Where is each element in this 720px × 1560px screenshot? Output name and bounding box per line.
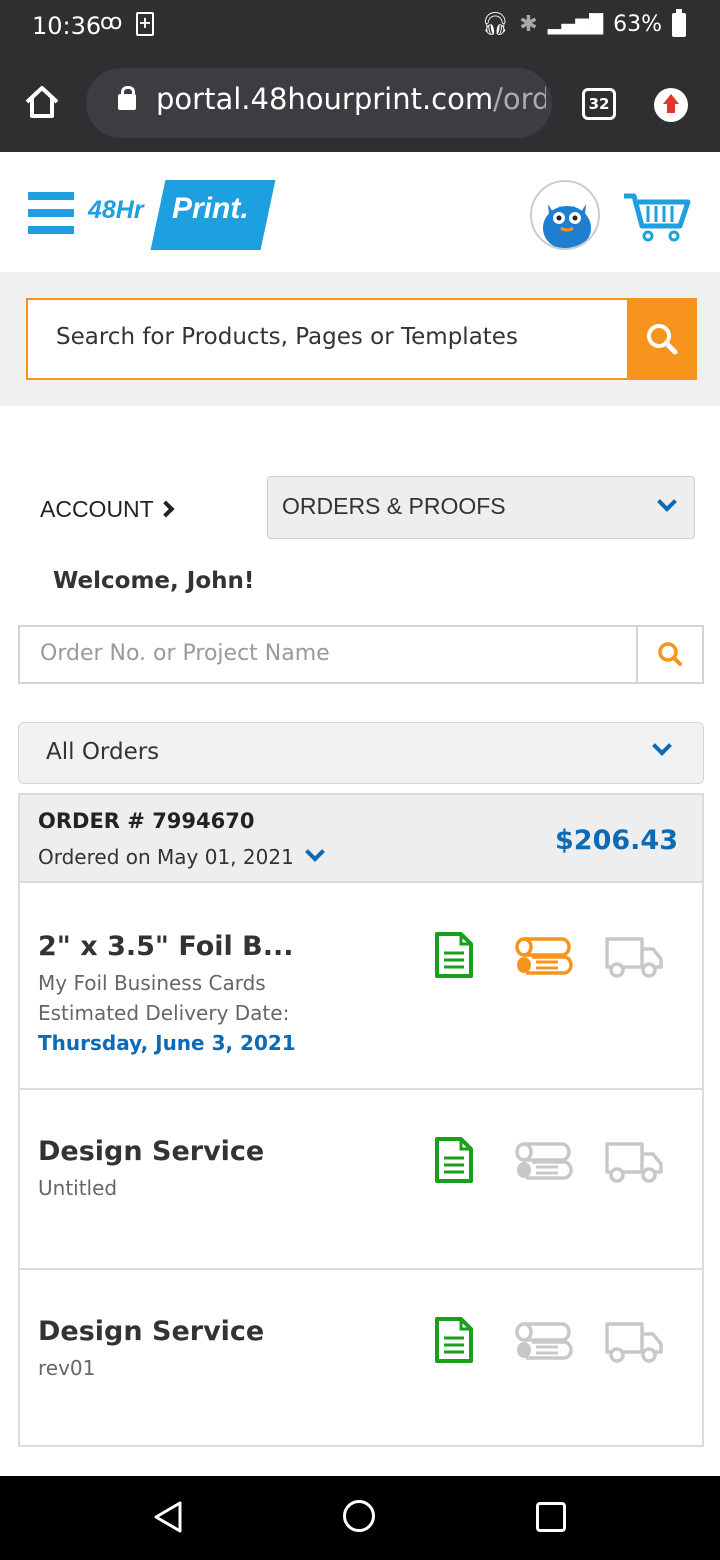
proof-document-icon[interactable] [434,931,474,979]
chevron-down-icon[interactable] [305,842,325,862]
proof-document-icon[interactable] [434,1316,474,1364]
order-date: Ordered on May 01, 2021 [38,845,294,869]
order-item[interactable]: 2" x 3.5" Foil B... My Foil Business Car… [20,885,702,1090]
order-item[interactable]: Design Service Untitled [20,1090,702,1270]
order-search-button[interactable] [636,625,704,684]
order-header[interactable]: ORDER # 7994670 Ordered on May 01, 2021 … [20,795,702,883]
voicemail-icon: ꝏ [100,10,123,35]
headset-icon: 🎧︎ [481,12,510,37]
battery-saver-icon: + [136,12,154,36]
status-bar: 10:36 ꝏ + 🎧︎ ✱ ▂▄▆█ 63% [0,0,720,56]
delivery-truck-icon [605,937,663,978]
welcome-message: Welcome, John! [53,568,255,594]
item-title: 2" x 3.5" Foil B... [38,931,294,962]
battery-icon [672,8,686,37]
account-section-select[interactable]: ORDERS & PROOFS [267,476,695,539]
logo[interactable]: 48Hr Print. [88,180,276,252]
lte-signal-icon: ▂▄▆█ [547,14,604,35]
site-header: 48Hr Print. [0,152,720,272]
order-total: $206.43 [555,825,678,856]
item-subtitle: rev01 [38,1356,96,1380]
update-icon[interactable] [654,88,688,122]
battery-percent: 63% [613,12,662,37]
item-title: Design Service [38,1136,265,1167]
browser-toolbar: portal.48hourprint.com/ord 32 [0,56,720,152]
order-number: ORDER # 7994670 [38,809,255,833]
account-breadcrumb[interactable]: ACCOUNT [40,496,175,523]
cart-icon[interactable] [622,188,692,244]
chevron-right-icon [157,500,175,518]
item-subtitle: Untitled [38,1176,118,1200]
delivery-truck-icon [605,1322,663,1363]
order-filter-select[interactable]: All Orders [18,722,704,784]
delivery-label: Estimated Delivery Date: [38,1001,290,1025]
url-text[interactable]: portal.48hourprint.com/ord [156,82,546,116]
product-search-band: Search for Products, Pages or Templates [0,272,720,406]
printing-press-icon [515,1142,573,1180]
chevron-down-icon [652,736,672,756]
home-nav-icon[interactable] [343,1500,375,1532]
recent-apps-icon[interactable] [536,1502,566,1532]
product-search-input[interactable]: Search for Products, Pages or Templates [26,298,628,380]
avatar[interactable] [530,180,600,250]
lock-icon [118,86,136,110]
item-subtitle: My Foil Business Cards [38,971,266,995]
bluetooth-icon: ✱ [519,12,538,37]
back-icon[interactable] [152,1500,184,1534]
system-navigation-bar [0,1476,720,1560]
proof-document-icon[interactable] [434,1136,474,1184]
tab-switcher-button[interactable]: 32 [582,88,616,120]
menu-icon[interactable] [28,192,74,234]
order-search-input[interactable]: Order No. or Project Name [18,625,637,684]
address-bar[interactable]: portal.48hourprint.com/ord [86,68,552,138]
home-icon[interactable] [22,82,62,122]
printing-press-icon [515,937,573,975]
order-card: ORDER # 7994670 Ordered on May 01, 2021 … [18,793,704,1447]
product-search-button[interactable] [627,298,697,380]
printing-press-icon [515,1322,573,1360]
chevron-down-icon [657,492,677,512]
order-item[interactable]: Design Service rev01 [20,1270,702,1445]
item-title: Design Service [38,1316,265,1347]
delivery-truck-icon [605,1142,663,1183]
delivery-date: Thursday, June 3, 2021 [38,1031,296,1055]
status-time: 10:36 [32,12,102,40]
